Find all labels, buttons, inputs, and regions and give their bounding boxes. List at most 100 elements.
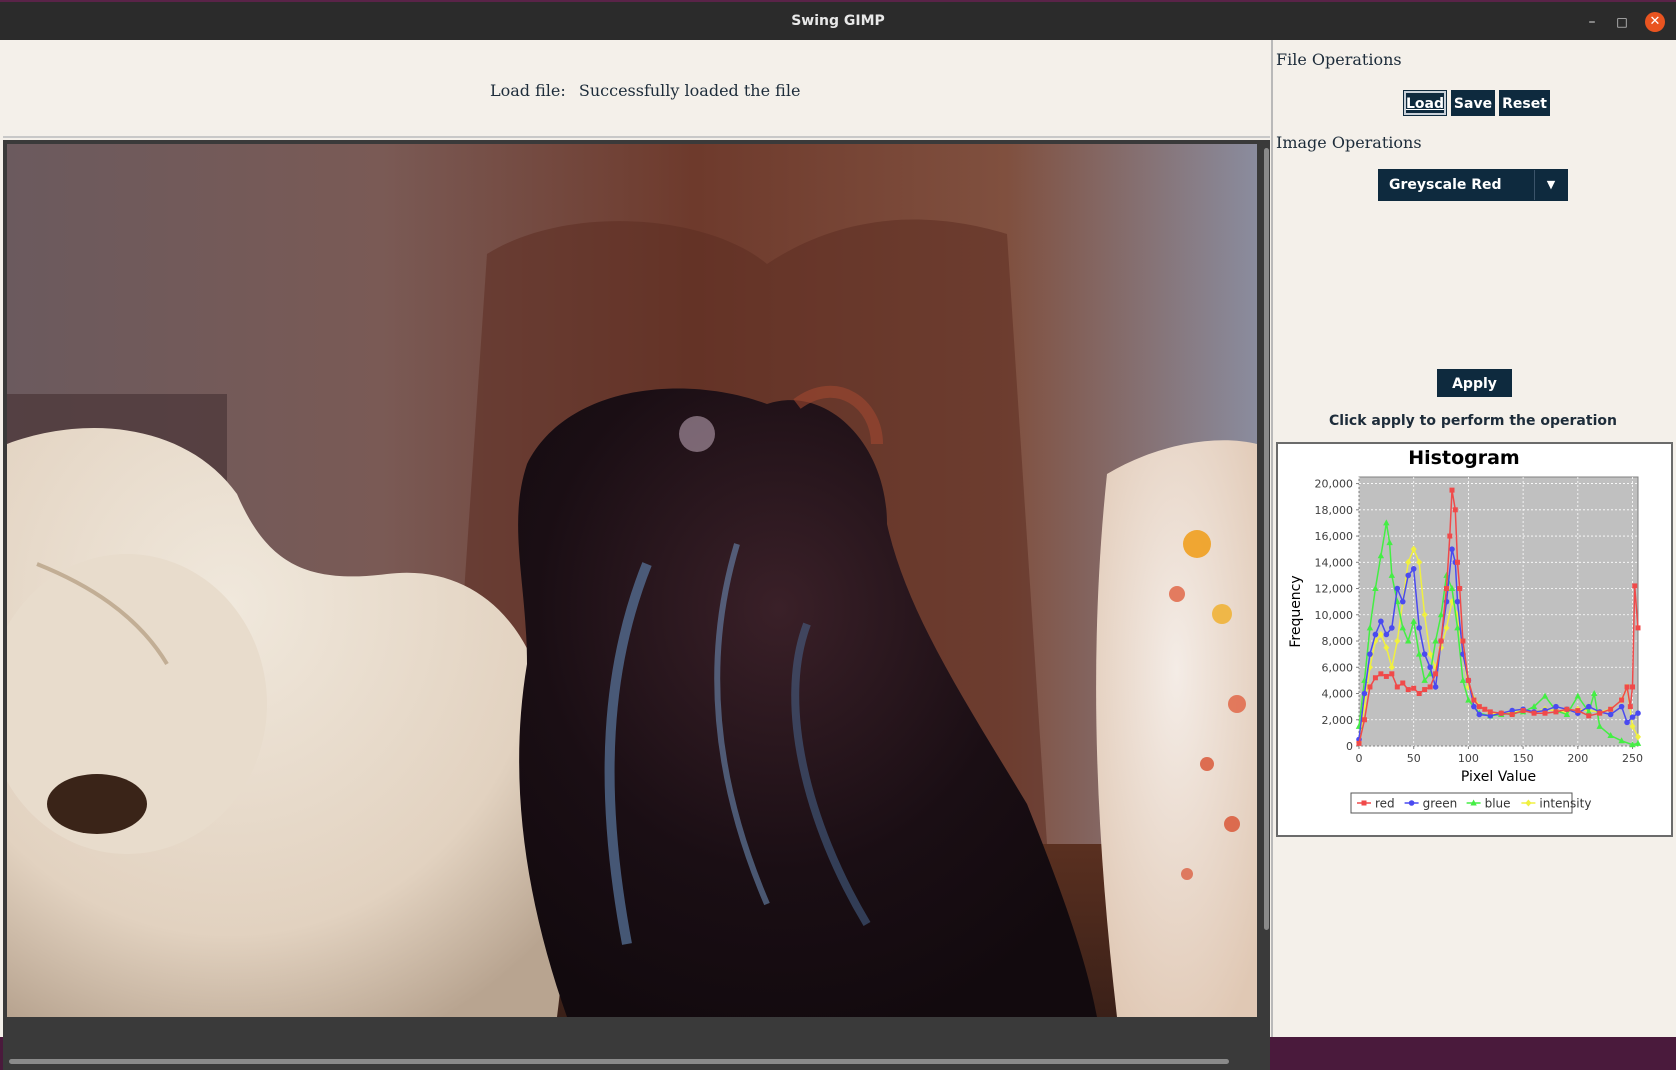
point-red bbox=[1509, 712, 1515, 718]
legend-marker-red bbox=[1361, 800, 1367, 806]
y-tick-label: 0 bbox=[1346, 740, 1353, 753]
point-red bbox=[1405, 687, 1411, 693]
point-green bbox=[1372, 631, 1379, 638]
x-axis-label: Pixel Value bbox=[1461, 769, 1536, 785]
point-green bbox=[1607, 711, 1614, 718]
point-red bbox=[1383, 673, 1389, 679]
legend-label-blue: blue bbox=[1485, 797, 1511, 811]
chart-title: Histogram bbox=[1408, 447, 1519, 469]
point-green bbox=[1383, 631, 1390, 638]
x-tick-label: 50 bbox=[1407, 752, 1421, 765]
point-green bbox=[1585, 703, 1592, 710]
point-red bbox=[1520, 708, 1526, 714]
point-red bbox=[1372, 675, 1378, 681]
point-red bbox=[1356, 740, 1362, 746]
point-red bbox=[1624, 684, 1630, 690]
point-red bbox=[1542, 710, 1548, 716]
point-green bbox=[1629, 714, 1636, 720]
point-red bbox=[1575, 708, 1581, 714]
y-axis-label: Frequency bbox=[1288, 575, 1304, 647]
point-red bbox=[1438, 638, 1444, 644]
point-red bbox=[1597, 710, 1603, 716]
point-red bbox=[1476, 704, 1482, 710]
point-red bbox=[1498, 710, 1504, 716]
point-red bbox=[1452, 507, 1458, 513]
point-green bbox=[1449, 546, 1455, 552]
point-red bbox=[1531, 710, 1537, 716]
operation-select[interactable]: Greyscale Red ▼ bbox=[1378, 169, 1568, 201]
image-operations-heading: Image Operations bbox=[1276, 133, 1422, 152]
operation-select-value: Greyscale Red bbox=[1389, 177, 1502, 193]
point-red bbox=[1447, 533, 1453, 539]
histogram-chart: Histogram 0 50 100 150 200 250 0 2,000 4,000 6,000… bbox=[1288, 447, 1643, 814]
point-red bbox=[1627, 704, 1633, 710]
x-tick-label: 0 bbox=[1356, 752, 1363, 765]
point-red bbox=[1608, 706, 1614, 712]
point-red bbox=[1422, 687, 1428, 693]
y-tick-label: 20,000 bbox=[1315, 478, 1354, 491]
point-red bbox=[1449, 487, 1455, 493]
chevron-down-icon[interactable]: ▼ bbox=[1534, 170, 1567, 200]
reset-button[interactable]: Reset bbox=[1499, 90, 1550, 116]
point-green bbox=[1471, 703, 1477, 710]
status-label: Load file: bbox=[490, 81, 566, 100]
point-red bbox=[1416, 691, 1422, 697]
point-red bbox=[1465, 677, 1471, 683]
point-red bbox=[1487, 709, 1493, 715]
point-red bbox=[1471, 697, 1477, 703]
point-green bbox=[1432, 684, 1439, 690]
x-tick-label: 100 bbox=[1458, 752, 1479, 765]
point-red bbox=[1460, 638, 1466, 644]
point-red bbox=[1361, 717, 1367, 723]
window-title: Swing GIMP bbox=[791, 13, 885, 29]
operations-sidebar: File Operations Load Save Reset Image Op… bbox=[1273, 40, 1676, 1037]
point-green bbox=[1427, 664, 1433, 671]
operation-hint: Click apply to perform the operation bbox=[1329, 413, 1617, 429]
y-tick-label: 6,000 bbox=[1322, 661, 1354, 674]
point-green bbox=[1361, 690, 1368, 697]
point-red bbox=[1586, 713, 1592, 719]
point-red bbox=[1411, 685, 1417, 691]
point-red bbox=[1482, 706, 1488, 712]
maximize-button[interactable]: □ bbox=[1612, 12, 1632, 32]
point-green bbox=[1394, 585, 1401, 592]
app-window: Load file: Successfully loaded the file bbox=[0, 40, 1676, 1070]
point-red bbox=[1389, 671, 1395, 677]
minimize-button[interactable]: – bbox=[1582, 12, 1602, 32]
y-tick-label: 12,000 bbox=[1315, 583, 1354, 596]
point-red bbox=[1454, 559, 1460, 565]
y-tick-label: 18,000 bbox=[1315, 504, 1354, 517]
status-line: Load file: Successfully loaded the file bbox=[490, 81, 800, 100]
point-red bbox=[1427, 684, 1433, 690]
image-viewport[interactable] bbox=[3, 140, 1270, 1070]
point-red bbox=[1433, 671, 1439, 677]
y-tick-label: 4,000 bbox=[1322, 688, 1354, 701]
point-green bbox=[1378, 618, 1384, 625]
apply-button[interactable]: Apply bbox=[1437, 369, 1512, 397]
histogram-panel: Histogram 0 50 100 150 200 250 0 2,000 4,000 6,000… bbox=[1276, 442, 1673, 837]
vertical-scrollbar[interactable] bbox=[1264, 148, 1269, 930]
point-red bbox=[1367, 684, 1373, 690]
x-tick-label: 150 bbox=[1513, 752, 1534, 765]
point-green bbox=[1399, 598, 1406, 605]
point-red bbox=[1553, 709, 1559, 715]
point-red bbox=[1400, 680, 1406, 686]
point-red bbox=[1457, 586, 1463, 592]
close-button[interactable]: ✕ bbox=[1645, 12, 1665, 32]
point-green bbox=[1476, 711, 1483, 718]
y-tick-label: 10,000 bbox=[1315, 609, 1354, 622]
point-red bbox=[1619, 697, 1625, 703]
horizontal-scrollbar[interactable] bbox=[9, 1059, 1229, 1064]
save-button[interactable]: Save bbox=[1451, 90, 1495, 116]
load-button[interactable]: Load bbox=[1403, 90, 1447, 116]
y-tick-label: 16,000 bbox=[1315, 530, 1354, 543]
legend-label-intensity: intensity bbox=[1539, 797, 1591, 811]
point-green bbox=[1410, 566, 1417, 572]
y-tick-label: 8,000 bbox=[1322, 635, 1354, 648]
point-red bbox=[1444, 586, 1450, 592]
point-green bbox=[1624, 719, 1630, 726]
point-red bbox=[1632, 583, 1638, 589]
point-green bbox=[1553, 703, 1559, 710]
loaded-image bbox=[7, 144, 1257, 1017]
point-green bbox=[1635, 710, 1641, 716]
